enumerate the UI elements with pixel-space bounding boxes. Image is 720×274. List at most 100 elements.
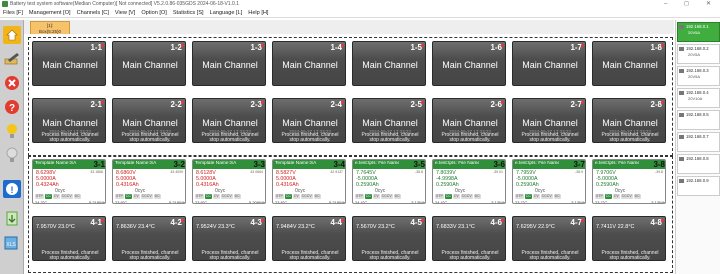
channel-card[interactable]: 1-8 Main Channel	[592, 41, 666, 86]
help-button[interactable]: ?	[3, 98, 21, 116]
device-ip: 192.168.0.4	[686, 90, 709, 95]
status-dot	[661, 101, 664, 104]
power-value: 43.4009	[170, 170, 183, 174]
channel-card[interactable]: 1-6 Main Channel	[432, 41, 506, 86]
mode-badge: CCCV	[460, 194, 473, 199]
channel-card[interactable]: 4-3 7.9524V 23.3°C Process finished, chann…	[192, 216, 266, 261]
status-message-2: stop automatically.	[609, 137, 651, 143]
channel-card-running[interactable]: e.test:tpls: File Name:S3-67.8039V-4.999…	[432, 159, 506, 204]
mode-badge: STP	[275, 194, 284, 199]
export-button[interactable]: XLS	[3, 234, 21, 252]
maximize-button[interactable]: ◻	[684, 0, 689, 8]
device-icon	[679, 91, 684, 95]
channel-card[interactable]: 4-2 7.8636V 23.4°C Process finished, chann…	[112, 216, 186, 261]
channel-card[interactable]: 1-7 Main Channel	[512, 41, 586, 86]
device-list-item[interactable]: 192.168.0.8	[677, 154, 720, 174]
voltage-temperature: 7.9484V 23.2°C	[276, 224, 315, 230]
channel-number: 3-1	[93, 160, 105, 169]
channel-footer: 23.8°C 5.218Wh	[273, 200, 345, 203]
mode-badge: CV	[532, 194, 540, 199]
channel-card[interactable]: 4-7 7.6295V 22.9°C Process finished, chann…	[512, 216, 586, 261]
status-dot	[581, 101, 584, 104]
mode-badge: DC	[633, 194, 641, 199]
device-tab[interactable]: [1]: Box(5:25)0	[30, 21, 70, 34]
export-icon: XLS	[4, 236, 18, 250]
device-list-item[interactable]: 192.168.0.4 20V10A	[677, 88, 720, 108]
menu-files[interactable]: Files [F]	[0, 10, 26, 16]
channel-card[interactable]: 2-6 Main Channel 2024-06-27 17:33:23 Proces…	[432, 98, 506, 143]
stop-icon	[5, 76, 19, 90]
channel-card[interactable]: 1-5 Main Channel	[352, 41, 426, 86]
channel-card[interactable]: 2-5 Main Channel 2024-06-27 17:33:23 Proces…	[352, 98, 426, 143]
channel-card[interactable]: 2-1 Main Channel 2024-06-27 17:33:23 Proces…	[32, 98, 106, 143]
channel-card[interactable]: 2-2 Main Channel 2024-06-27 17:33:23 Proces…	[112, 98, 186, 143]
info-button[interactable]: !	[3, 180, 21, 198]
edit-button[interactable]	[3, 50, 21, 68]
channel-card[interactable]: 1-4 Main Channel	[272, 41, 346, 86]
energy-value: 3.13Wh	[651, 200, 665, 204]
device-list-item[interactable]: 192.168.0.9	[677, 176, 720, 196]
menu-help[interactable]: Help [H]	[245, 10, 271, 16]
channel-card[interactable]: 4-8 7.7411V 22.8°C Process finished, chann…	[592, 216, 666, 261]
channel-card-running[interactable]: Template Name:SA 3-1 8.6298V 5.0000A 0.4324A…	[32, 159, 106, 204]
channel-card[interactable]: 4-4 7.9484V 23.2°C Process finished, chann…	[272, 216, 346, 261]
stop-button[interactable]	[3, 74, 21, 92]
menu-view[interactable]: View [V]	[112, 10, 138, 16]
channel-title: Main Channel	[202, 118, 258, 128]
channel-card[interactable]: 1-1 Main Channel	[32, 41, 106, 86]
energy-value: 5.218Wh	[88, 200, 105, 204]
channel-title: Main Channel	[602, 118, 658, 128]
import-button[interactable]	[3, 210, 21, 228]
channel-card-running[interactable]: e.test:tpls: File Name:S3-57.7645V-5.000…	[352, 159, 426, 204]
channel-card[interactable]: 4-5 7.5670V 23.2°C Process finished, chann…	[352, 216, 426, 261]
light-off-button[interactable]	[3, 146, 21, 164]
status-message-2: stop automatically.	[209, 137, 251, 143]
channel-card[interactable]: 2-7 Main Channel 2024-06-27 17:33:23 Proces…	[512, 98, 586, 143]
home-icon	[6, 29, 18, 41]
mode-badge: STP	[195, 194, 204, 199]
mode-badge: CV	[452, 194, 460, 199]
mode-badge: CCCV	[140, 194, 153, 199]
channel-card-running[interactable]: Template Name:SA 3-4 8.5827V 5.0000A 0.4316A…	[272, 159, 346, 204]
menu-management[interactable]: Management [O]	[26, 10, 74, 16]
channel-card-running[interactable]: Template Name:SA 3-3 8.6128V 5.0000A 0.4316A…	[192, 159, 266, 204]
channel-card[interactable]: 4-1 7.9570V 23.0°C Process finished, chann…	[32, 216, 106, 261]
minimize-button[interactable]: –	[664, 0, 667, 8]
home-button[interactable]	[3, 26, 21, 44]
device-list-item[interactable]: 192.168.0.7	[677, 132, 720, 152]
channel-card-running[interactable]: e.test:tpls: File Name:S3-77.7959V-5.000…	[512, 159, 586, 204]
channel-card-running[interactable]: Template Name:SA 3-2 8.6860V 5.0000A 0.4316A…	[112, 159, 186, 204]
channel-card[interactable]: 2-4 Main Channel 2024-06-27 17:33:23 Proces…	[272, 98, 346, 143]
device-ip: 192.168.0.8	[686, 156, 709, 161]
device-capacity: 20V5A	[688, 52, 701, 57]
channel-card[interactable]: 2-8 Main Channel 2024-06-27 17:33:23 Proces…	[592, 98, 666, 143]
info-icon: !	[6, 183, 18, 195]
channel-footer: 24.4°C 3.13Wh	[433, 200, 505, 203]
menu-bar: Files [F] Management [O] Channels [C] Vi…	[0, 8, 720, 18]
status-dot	[421, 101, 424, 104]
menu-channels[interactable]: Channels [C]	[74, 10, 112, 16]
device-list-item[interactable]: 192.168.0.3 20V5A	[677, 66, 720, 86]
channel-title: Main Channel	[442, 60, 498, 70]
device-list-item[interactable]: 192.168.0.2 20V5A	[677, 44, 720, 64]
device-ip: 192.168.0.9	[686, 178, 709, 183]
svg-text:?: ?	[9, 103, 15, 114]
light-on-button[interactable]	[3, 122, 21, 140]
mode-badges: STP CC CV CCCV DC	[435, 194, 481, 199]
channel-title: Main Channel	[42, 60, 98, 70]
menu-language[interactable]: Language [L]	[207, 10, 246, 16]
channel-card[interactable]: 1-2 Main Channel	[112, 41, 186, 86]
channel-card[interactable]: 1-3 Main Channel	[192, 41, 266, 86]
import-icon	[6, 211, 18, 226]
status-message-2: stop automatically.	[289, 255, 331, 261]
menu-statistics[interactable]: Statistics [S]	[170, 10, 207, 16]
device-list-item[interactable]: 192.168.0.5	[677, 110, 720, 130]
channel-card[interactable]: 4-6 7.6833V 23.1°C Process finished, chann…	[432, 216, 506, 261]
channel-card-running[interactable]: e.test:tpls: File Name:S3-87.9706V-5.000…	[592, 159, 666, 204]
channel-card[interactable]: 2-3 Main Channel 2024-06-27 17:33:23 Proces…	[192, 98, 266, 143]
device-list-item[interactable]: 192.168.0.1 20V5A	[677, 22, 720, 42]
close-button[interactable]: ✕	[706, 0, 711, 8]
template-name: Template Name:SA	[115, 161, 157, 166]
menu-option[interactable]: Option [O]	[138, 10, 170, 16]
mode-badge: CV	[132, 194, 140, 199]
